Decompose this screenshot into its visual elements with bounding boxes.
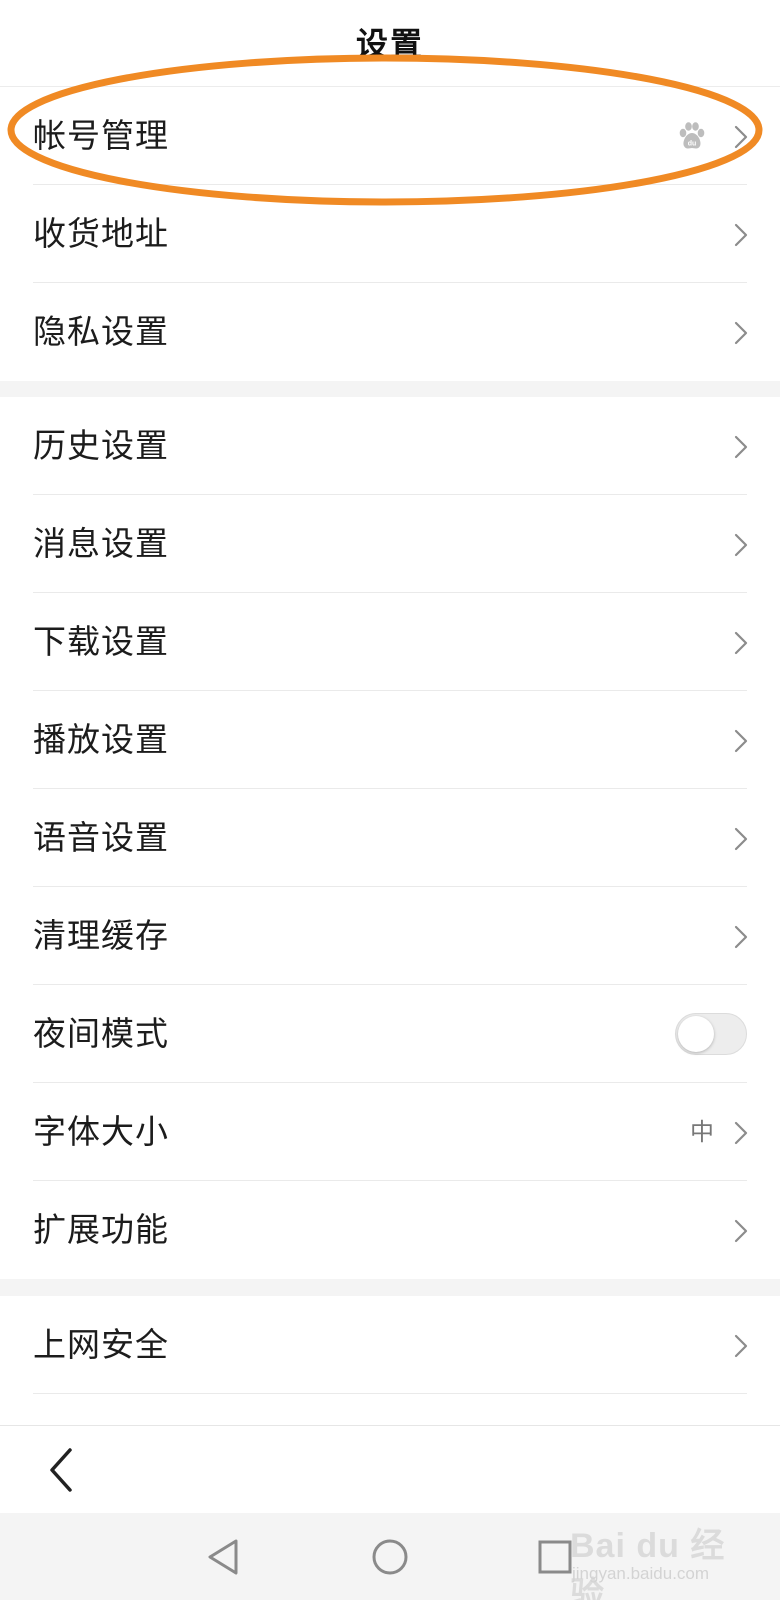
chevron-right-icon	[734, 223, 748, 247]
row-label: 下载设置	[33, 622, 169, 661]
page-title: 设置	[355, 25, 424, 63]
settings-row-messages[interactable]: 消息设置	[0, 495, 780, 593]
chevron-right-icon	[734, 435, 748, 459]
row-label: 扩展功能	[33, 1210, 169, 1249]
nav-back-triangle-icon[interactable]	[200, 1533, 248, 1581]
settings-row-night-mode: 夜间模式	[0, 985, 780, 1083]
chevron-right-icon	[734, 925, 748, 949]
settings-row-voice[interactable]: 语音设置	[0, 789, 780, 887]
chevron-right-icon	[734, 1334, 748, 1358]
row-label: 上网安全	[33, 1325, 169, 1364]
divider	[33, 1393, 747, 1394]
settings-section-account: 帐号管理 du 收货地址 隐私设置	[0, 87, 780, 381]
settings-row-account-management[interactable]: 帐号管理 du	[0, 87, 780, 185]
row-label: 隐私设置	[33, 312, 169, 351]
chevron-right-icon	[734, 827, 748, 851]
settings-row-shipping-address[interactable]: 收货地址	[0, 185, 780, 283]
baidu-paw-icon: du	[679, 122, 705, 149]
chevron-right-icon	[734, 729, 748, 753]
settings-row-download[interactable]: 下载设置	[0, 593, 780, 691]
nav-home-circle-icon[interactable]	[366, 1533, 414, 1581]
chevron-right-icon	[734, 1121, 748, 1145]
font-size-value: 中	[690, 1118, 714, 1146]
toggle-knob	[678, 1016, 714, 1052]
baidu-jingyan-watermark: Bai du 经验 jingyan.baidu.com	[570, 1512, 750, 1600]
settings-section-security: 上网安全	[0, 1296, 780, 1425]
row-label: 收货地址	[33, 214, 169, 253]
bottom-bar	[0, 1425, 780, 1514]
row-label: 字体大小	[33, 1112, 169, 1151]
settings-row-playback[interactable]: 播放设置	[0, 691, 780, 789]
chevron-right-icon	[734, 125, 748, 149]
settings-row-extensions[interactable]: 扩展功能	[0, 1181, 780, 1279]
settings-screen: 设置 帐号管理 du 收货地址 隐私设置 历史设置 消息设置 下载设置 播放设置…	[0, 0, 780, 1600]
row-label: 播放设置	[33, 720, 169, 759]
row-label: 历史设置	[33, 426, 169, 465]
row-label: 语音设置	[33, 818, 169, 857]
settings-row-font-size[interactable]: 字体大小 中	[0, 1083, 780, 1181]
chevron-left-icon[interactable]	[40, 1440, 84, 1500]
row-label: 清理缓存	[33, 916, 169, 955]
settings-section-general: 历史设置 消息设置 下载设置 播放设置 语音设置 清理缓存 夜间模式 字体大小 …	[0, 397, 780, 1279]
settings-row-web-security[interactable]: 上网安全	[0, 1296, 780, 1394]
watermark-main: Bai du 经验	[570, 1527, 726, 1600]
row-label: 帐号管理	[33, 116, 169, 155]
chevron-right-icon	[734, 631, 748, 655]
header: 设置	[0, 0, 780, 87]
row-label: 夜间模式	[33, 1014, 169, 1053]
chevron-right-icon	[734, 1219, 748, 1243]
chevron-right-icon	[734, 533, 748, 557]
svg-text:du: du	[688, 141, 697, 148]
row-label: 消息设置	[33, 524, 169, 563]
settings-row-history[interactable]: 历史设置	[0, 397, 780, 495]
settings-row-clear-cache[interactable]: 清理缓存	[0, 887, 780, 985]
chevron-right-icon	[734, 321, 748, 345]
settings-row-privacy[interactable]: 隐私设置	[0, 283, 780, 381]
night-mode-toggle[interactable]	[675, 1013, 747, 1055]
watermark-sub: jingyan.baidu.com	[572, 1564, 710, 1583]
